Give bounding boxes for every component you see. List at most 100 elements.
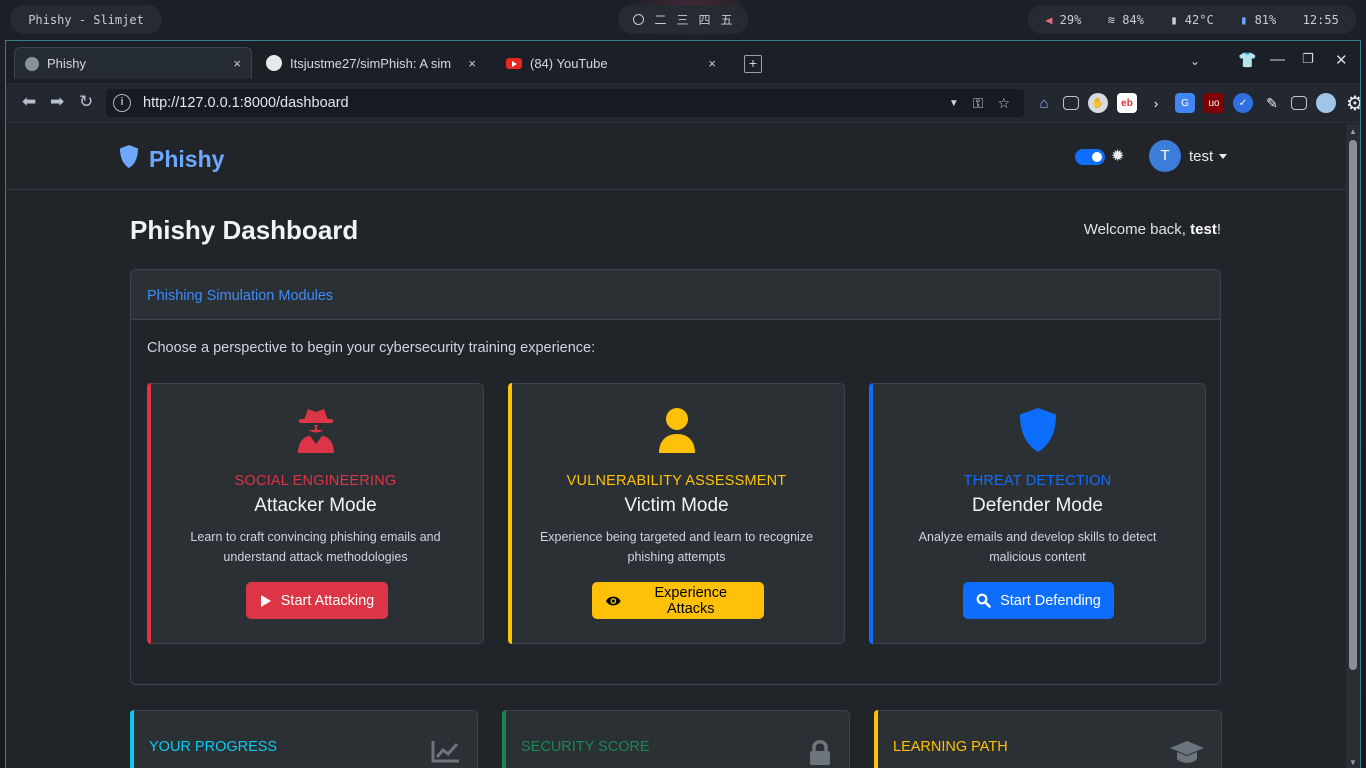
workspace-5[interactable]: 五 <box>721 11 733 28</box>
tab-phishy[interactable]: Phishy × <box>14 47 252 79</box>
extensions-bar: ⌂ ✋ eb › G uo ✓ ✎ ⚙ <box>1034 93 1360 115</box>
victim-mode-card: VULNERABILITY ASSESSMENT Victim Mode Exp… <box>508 383 845 644</box>
tab-label: (84) YouTube <box>530 55 608 71</box>
new-tab-button[interactable]: + <box>744 55 762 73</box>
browser-toolbar: ⬅ ➡ ↻ i http://127.0.0.1:8000/dashboard … <box>6 83 1360 123</box>
home-icon[interactable]: ⌂ <box>1034 93 1054 113</box>
reload-icon[interactable]: ↻ <box>79 92 93 112</box>
close-icon[interactable]: × <box>708 56 716 71</box>
page-scrollbar[interactable]: ▲ ▼ <box>1346 124 1360 768</box>
hand-icon[interactable]: ✋ <box>1088 93 1108 113</box>
mode-description: Analyze emails and develop skills to det… <box>918 530 1157 564</box>
window-icon[interactable] <box>1063 96 1079 110</box>
tab-list-chevron-down-icon[interactable]: ⌄ <box>1190 54 1200 68</box>
button-label: Start Attacking <box>280 592 375 609</box>
restore-button[interactable]: ❐ <box>1302 51 1314 67</box>
eye-icon <box>605 596 621 605</box>
user-menu-name[interactable]: test <box>1189 148 1213 165</box>
close-icon[interactable]: × <box>233 56 241 71</box>
back-arrow-icon[interactable]: ⬅ <box>22 92 36 112</box>
temperature-status: ▮ 42°C <box>1170 12 1214 27</box>
check-icon[interactable]: ✓ <box>1233 93 1253 113</box>
forward-arrow-icon[interactable]: ➡ <box>50 92 64 112</box>
volume-status[interactable]: ◀ 29% <box>1045 13 1081 27</box>
close-icon[interactable]: × <box>468 56 476 71</box>
mode-name: Defender Mode <box>972 495 1103 516</box>
start-defending-button[interactable]: Start Defending <box>963 582 1114 619</box>
shield-icon <box>118 144 140 175</box>
stat-title: LEARNING PATH <box>893 739 1008 755</box>
sun-icon: ✹ <box>1111 148 1125 165</box>
github-icon <box>266 55 282 71</box>
key-icon[interactable]: ⚿ <box>973 95 984 112</box>
bookmark-star-icon[interactable]: ☆ <box>997 95 1010 112</box>
welcome-username: test <box>1190 221 1217 238</box>
minimize-button[interactable]: — <box>1270 51 1285 68</box>
clock: 12:55 <box>1302 12 1339 27</box>
wifi-status[interactable]: ≋ 84% <box>1108 13 1144 27</box>
chart-line-icon <box>431 739 461 768</box>
tab-github[interactable]: Itsjustme27/simPhish: A sim × <box>256 47 486 79</box>
profile-avatar-icon[interactable] <box>1316 93 1336 113</box>
mode-description: Learn to craft convincing phishing email… <box>190 530 441 564</box>
card-accent-bar <box>130 710 134 768</box>
caret-down-icon[interactable] <box>1219 154 1227 159</box>
tab-label: Itsjustme27/simPhish: A sim <box>290 55 452 71</box>
web-page: Phishy ✹ T test Phishy Dashboard Welcome… <box>6 124 1346 768</box>
user-avatar[interactable]: T <box>1149 140 1181 172</box>
shirt-icon[interactable]: 👕 <box>1238 51 1257 69</box>
active-window-title: Phishy - Slimjet <box>10 5 162 34</box>
tab-label: Phishy <box>47 56 87 71</box>
workspace-1-circle-icon[interactable] <box>633 14 645 25</box>
ublock-icon[interactable]: uo <box>1204 93 1224 113</box>
theme-toggle-switch[interactable] <box>1075 149 1105 165</box>
address-bar[interactable]: i http://127.0.0.1:8000/dashboard ▼ ⚿ ☆ <box>106 89 1024 117</box>
wifi-icon: ≋ <box>1107 12 1115 27</box>
brand-link[interactable]: Phishy <box>118 144 224 175</box>
modules-heading: Phishing Simulation Modules <box>147 288 334 304</box>
window-title-text: Phishy - Slimjet <box>28 12 144 27</box>
settings-gear-icon[interactable]: ⚙ <box>1345 93 1360 115</box>
desktop-top-bar: Phishy - Slimjet 二 三 四 五 ◀ 29% ≋ 84% ▮ 4… <box>0 0 1366 40</box>
user-secret-icon <box>148 406 483 454</box>
dropdown-caret-icon[interactable]: ▼ <box>949 98 959 109</box>
extensions-puzzle-icon[interactable] <box>1291 96 1307 110</box>
globe-icon <box>25 56 39 71</box>
mode-description: Experience being targeted and learn to r… <box>539 530 814 564</box>
modules-card-header: Phishing Simulation Modules <box>131 270 1220 320</box>
workspace-4[interactable]: 四 <box>699 11 711 28</box>
search-icon <box>976 593 991 608</box>
scrollbar-thumb[interactable] <box>1349 140 1357 670</box>
youtube-icon <box>506 57 522 69</box>
page-title: Phishy Dashboard <box>130 215 359 245</box>
experience-attacks-button[interactable]: Experience Attacks <box>592 582 764 619</box>
shield-icon <box>870 406 1205 454</box>
thermometer-icon: ▮ <box>1170 12 1178 27</box>
learning-path-card: LEARNING PATH <box>874 710 1222 768</box>
security-score-card: SECURITY SCORE <box>502 710 850 768</box>
workspace-switcher: 二 三 四 五 <box>618 5 748 34</box>
graduation-cap-icon <box>1169 739 1205 768</box>
workspace-3[interactable]: 三 <box>676 11 688 28</box>
simulation-modules-card: Phishing Simulation Modules Choose a per… <box>130 269 1221 685</box>
modules-intro: Choose a perspective to begin your cyber… <box>147 340 596 356</box>
defender-mode-card: THREAT DETECTION Defender Mode Analyze e… <box>869 383 1206 644</box>
battery-status: ▮ 81% <box>1240 12 1277 27</box>
start-attacking-button[interactable]: Start Attacking <box>246 582 388 619</box>
close-window-button[interactable]: ✕ <box>1335 51 1348 69</box>
workspace-2[interactable]: 二 <box>654 11 666 28</box>
stat-title: SECURITY SCORE <box>521 739 650 755</box>
mode-category: VULNERABILITY ASSESSMENT <box>566 473 787 489</box>
url-text[interactable]: http://127.0.0.1:8000/dashboard <box>143 95 949 111</box>
info-icon[interactable]: i <box>113 94 131 112</box>
chevron-right-icon[interactable]: › <box>1146 93 1166 113</box>
eyedropper-icon[interactable]: ✎ <box>1262 93 1282 113</box>
tab-youtube[interactable]: (84) YouTube × <box>496 47 726 79</box>
site-navbar: Phishy ✹ T test <box>6 124 1346 190</box>
ebay-icon[interactable]: eb <box>1117 93 1137 113</box>
mode-name: Attacker Mode <box>254 495 377 516</box>
scroll-up-arrow-icon[interactable]: ▲ <box>1349 127 1357 136</box>
scroll-down-arrow-icon[interactable]: ▼ <box>1349 758 1357 767</box>
button-label: Experience Attacks <box>654 584 728 617</box>
translate-icon[interactable]: G <box>1175 93 1195 113</box>
